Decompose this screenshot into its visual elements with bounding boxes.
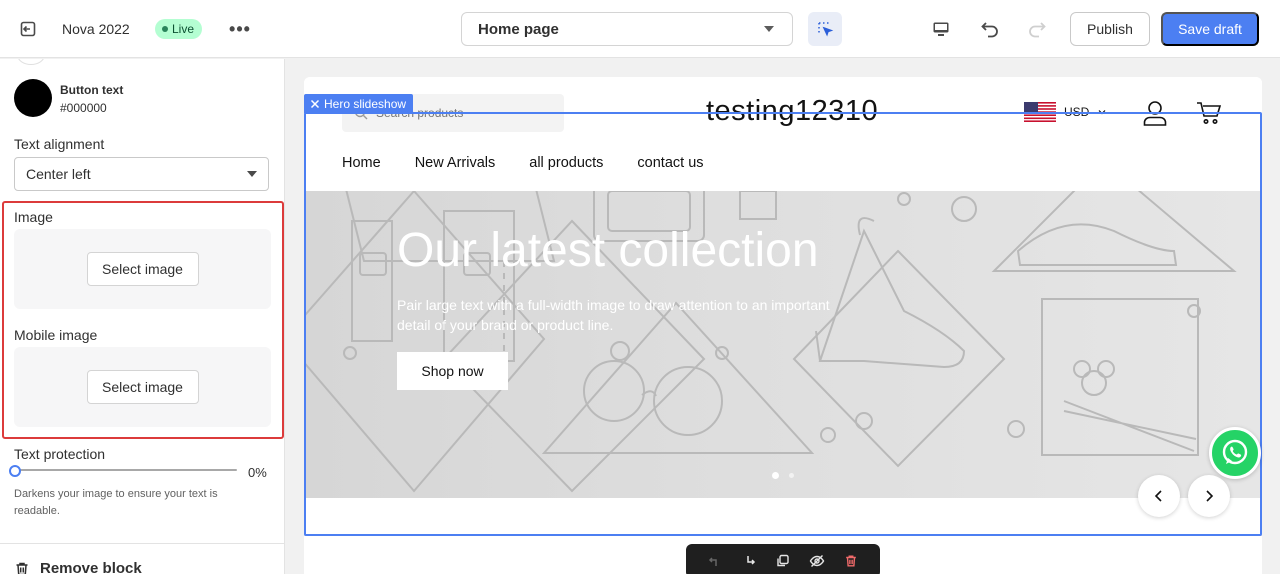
mobile-image-picker-panel: Select image bbox=[14, 347, 271, 427]
save-draft-button[interactable]: Save draft bbox=[1161, 12, 1259, 46]
previous-swatch-edge bbox=[17, 59, 45, 65]
text-protection-slider-track[interactable] bbox=[17, 469, 237, 471]
live-status-badge: Live bbox=[155, 19, 203, 39]
account-icon[interactable] bbox=[1143, 100, 1167, 126]
image-label: Image bbox=[14, 209, 53, 225]
whatsapp-icon bbox=[1222, 439, 1248, 465]
text-protection-value: 0% bbox=[248, 465, 267, 480]
settings-sidebar: Button text #000000 Text alignment Cente… bbox=[0, 59, 285, 574]
remove-block-bar: Remove block bbox=[0, 543, 284, 574]
redo-icon bbox=[1029, 22, 1046, 38]
duplicate-icon bbox=[777, 554, 789, 567]
image-picker-panel: Select image bbox=[14, 229, 271, 309]
move-up-icon bbox=[708, 557, 717, 566]
more-actions-button[interactable]: ••• bbox=[226, 18, 254, 40]
whatsapp-chat-button[interactable] bbox=[1209, 427, 1261, 479]
move-down-button[interactable] bbox=[740, 552, 758, 570]
chevron-down-icon bbox=[247, 171, 257, 177]
exit-icon bbox=[20, 21, 36, 37]
hide-button[interactable] bbox=[808, 552, 826, 570]
trash-icon bbox=[16, 562, 28, 574]
trash-icon bbox=[846, 555, 856, 567]
text-alignment-value: Center left bbox=[26, 166, 91, 182]
nav-link-new-arrivals[interactable]: New Arrivals bbox=[415, 155, 496, 171]
currency-selector[interactable]: USD bbox=[1024, 102, 1107, 122]
block-toolbar bbox=[686, 544, 880, 574]
hero-text[interactable]: Pair large text with a full-width image … bbox=[397, 295, 867, 335]
duplicate-button[interactable] bbox=[774, 552, 792, 570]
move-down-icon bbox=[747, 556, 756, 565]
page-selector[interactable]: Home page bbox=[461, 12, 793, 46]
move-up-button[interactable] bbox=[706, 552, 724, 570]
mobile-image-label: Mobile image bbox=[14, 327, 98, 343]
store-name: Nova 2022 bbox=[62, 21, 130, 37]
button-text-color-swatch[interactable] bbox=[14, 79, 52, 117]
store-nav: Home New Arrivals all products contact u… bbox=[342, 155, 704, 171]
button-text-color-label: Button text bbox=[60, 83, 124, 97]
text-alignment-label: Text alignment bbox=[14, 136, 105, 152]
store-header: testing12310 USD Home New Ar bbox=[304, 77, 1262, 191]
cart-icon[interactable] bbox=[1196, 100, 1222, 126]
storefront-preview: testing12310 USD Home New Ar bbox=[304, 77, 1262, 574]
page-selector-value: Home page bbox=[478, 20, 559, 38]
store-logo[interactable]: testing12310 bbox=[706, 95, 878, 128]
remove-block-button[interactable]: Remove block bbox=[14, 560, 142, 574]
undo-button[interactable] bbox=[977, 16, 1003, 42]
text-alignment-select[interactable]: Center left bbox=[14, 157, 269, 191]
previous-slide-button[interactable] bbox=[1138, 475, 1180, 517]
slide-dot-active[interactable] bbox=[772, 472, 779, 479]
chevron-left-icon bbox=[1154, 490, 1162, 502]
delete-block-button[interactable] bbox=[842, 552, 860, 570]
chevron-down-icon bbox=[1098, 110, 1106, 115]
hero-title[interactable]: Our latest collection bbox=[397, 223, 819, 278]
chevron-right-icon bbox=[1206, 490, 1214, 502]
close-icon bbox=[310, 99, 320, 108]
live-dot-icon bbox=[162, 26, 168, 32]
section-tag-label: Hero slideshow bbox=[324, 96, 407, 111]
nav-link-home[interactable]: Home bbox=[342, 155, 381, 171]
desktop-icon bbox=[933, 22, 949, 36]
remove-block-label: Remove block bbox=[40, 560, 142, 574]
flag-us-icon bbox=[1024, 102, 1056, 122]
text-protection-slider-thumb[interactable] bbox=[9, 465, 21, 477]
publish-button[interactable]: Publish bbox=[1070, 12, 1150, 46]
shop-now-button[interactable]: Shop now bbox=[397, 352, 508, 390]
select-image-button[interactable]: Select image bbox=[86, 252, 199, 286]
editor-topbar: Nova 2022 Live ••• Home page Publish Sav… bbox=[0, 0, 1280, 58]
device-preview-button[interactable] bbox=[928, 16, 954, 42]
undo-icon bbox=[981, 22, 998, 38]
next-slide-button[interactable] bbox=[1188, 475, 1230, 517]
more-icon: ••• bbox=[229, 18, 251, 39]
live-badge-label: Live bbox=[172, 22, 195, 36]
button-text-color-value: #000000 bbox=[60, 101, 107, 115]
hero-slideshow-section[interactable]: Our latest collection Pair large text wi… bbox=[304, 191, 1262, 498]
text-protection-help-text: Darkens your image to ensure your text i… bbox=[14, 488, 218, 517]
inspector-icon bbox=[818, 22, 834, 37]
section-divider bbox=[304, 535, 1262, 536]
nav-link-contact-us[interactable]: contact us bbox=[637, 155, 703, 171]
chevron-down-icon bbox=[764, 26, 774, 32]
inspector-toggle-button[interactable] bbox=[808, 12, 842, 46]
section-tag[interactable]: Hero slideshow bbox=[304, 94, 414, 113]
exit-button[interactable] bbox=[14, 15, 42, 43]
nav-link-all-products[interactable]: all products bbox=[529, 155, 603, 171]
slide-dot[interactable] bbox=[789, 473, 794, 478]
text-protection-label: Text protection bbox=[14, 446, 106, 462]
hide-icon bbox=[809, 555, 825, 567]
redo-button[interactable] bbox=[1024, 16, 1050, 42]
select-mobile-image-button[interactable]: Select image bbox=[86, 370, 199, 404]
currency-label: USD bbox=[1064, 105, 1090, 119]
